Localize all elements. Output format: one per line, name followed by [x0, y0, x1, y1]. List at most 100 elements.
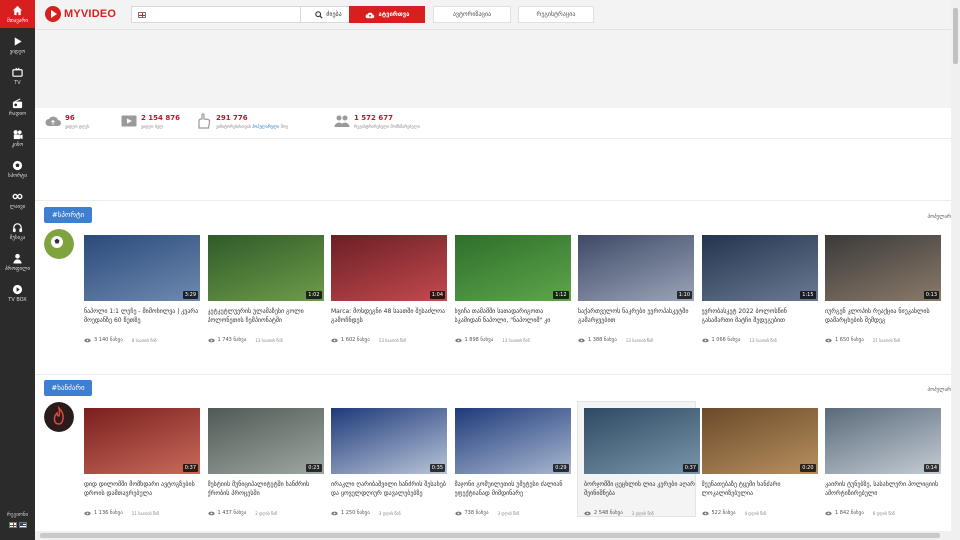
sidebar-item-profile[interactable]: პროფილი: [0, 248, 35, 276]
sport-channel-avatar[interactable]: [44, 229, 74, 259]
sidebar-item-video[interactable]: ვიდეო: [0, 31, 35, 59]
sidebar-item-cinema[interactable]: კინო: [0, 124, 35, 152]
sidebar-item-label: რადიო: [8, 110, 27, 117]
vertical-scrollbar-thumb[interactable]: [953, 8, 958, 64]
video-title[interactable]: მესტიის მუნიციპალიტეტში ხანძრის ქრობის პ…: [208, 480, 325, 500]
stat-label-highlight[interactable]: პოპულარული: [252, 124, 279, 129]
video-meta: 522 ნახვა 4 დღის წინ: [701, 510, 819, 516]
fire-channel-avatar[interactable]: [44, 402, 74, 432]
horizontal-scrollbar-thumb[interactable]: [40, 533, 940, 538]
video-title[interactable]: ევრობასკეტ 2022 ბოლოსწინ გასამართი მატჩი…: [702, 307, 819, 327]
video-age: 13 საათის წინ: [255, 337, 283, 343]
video-thumbnail[interactable]: 1:02: [207, 235, 324, 301]
video-card[interactable]: 1:02 კეტკეტლუერის ულამაზესი გოლი პოლონეთი…: [207, 235, 325, 343]
video-thumbnail[interactable]: 1:12: [454, 235, 571, 301]
video-card[interactable]: 0:13 იურგენ კლოპის რეაქცია ნიუკასლის დამა…: [825, 235, 942, 343]
sidebar-item-home[interactable]: მთავარი: [0, 0, 35, 28]
video-card[interactable]: 1:12 ხვიჩა თამამში სათადარიგოთა სკამიდან …: [454, 235, 572, 343]
video-card[interactable]: 1:15 ევრობასკეტ 2022 ბოლოსწინ გასამართი მ…: [701, 235, 819, 343]
search-input[interactable]: [146, 7, 300, 22]
vertical-scrollbar[interactable]: [951, 0, 960, 540]
sidebar-item-tvbox[interactable]: TV BOX: [0, 279, 35, 307]
video-thumbnail[interactable]: 0:37: [84, 408, 200, 474]
search-button[interactable]: ძიება: [300, 7, 356, 22]
video-age: 2 დღის წინ: [255, 510, 278, 516]
video-thumbnail[interactable]: 0:14: [825, 408, 941, 474]
auth-button[interactable]: ავტორიზაცია: [433, 6, 511, 23]
hand-icon: [198, 113, 211, 129]
video-title[interactable]: ბორჯომში ცეცხლის ლია კერები აღარ შეინიშნ…: [584, 480, 695, 500]
video-thumbnail[interactable]: 3:29: [84, 235, 200, 301]
eye-icon: [825, 338, 832, 342]
upload-button[interactable]: ატვირთვა: [349, 6, 425, 23]
video-views: 738 ნახვა: [464, 510, 489, 516]
video-age: 21 საათის წინ: [872, 337, 901, 343]
section-tag[interactable]: #ხანძარი: [44, 380, 92, 396]
video-meta: 1 743 ნახვა 13 საათის წინ: [207, 337, 325, 343]
video-card[interactable]: 0:29 მაჯონი გომუილეთის უმეტესი ძალიან ეფე…: [454, 408, 572, 516]
video-title[interactable]: ხვიჩა თამამში სათადარიგოთა სკამიდან ნაპო…: [455, 307, 572, 327]
logo-play-icon: [45, 6, 61, 22]
video-thumbnail[interactable]: 1:10: [578, 235, 694, 301]
video-age: 8 საათის წინ: [131, 337, 157, 343]
video-views: 3 140 ნახვა: [94, 337, 123, 343]
video-card[interactable]: 0:37 ბორჯომში ცეცხლის ლია კერები აღარ შეი…: [577, 401, 700, 517]
video-thumbnail[interactable]: 1:04: [331, 235, 447, 301]
video-card[interactable]: 3:29 ნაპოლი 1:1 ლეჩე - მიმოხილვა | კვარა …: [84, 235, 201, 343]
top-bar: MYVIDEO ძიება ატვირთვა ავტორიზაცია რეგის…: [35, 0, 951, 30]
video-card[interactable]: 1:10 საქართველოს ნაკრები ევროპასკეტში გამ…: [578, 235, 695, 343]
video-card[interactable]: 0:37 დიდ დილომში მომხდარი ავტოგზების დროი…: [84, 408, 201, 516]
video-meta: 1 842 ნახვა 6 დღის წინ: [825, 510, 942, 516]
video-thumbnail[interactable]: 0:13: [825, 235, 941, 301]
sidebar-item-tv[interactable]: TV: [0, 62, 35, 90]
video-views: 1 898 ნახვა: [464, 337, 494, 343]
video-title[interactable]: კეტკეტლუერის ულამაზესი გოლი პოლონეთის ჩე…: [208, 307, 325, 327]
video-duration: 0:35: [429, 464, 445, 472]
video-title[interactable]: დიდ დილომში მომხდარი ავტოგზების დროის და…: [84, 480, 201, 500]
section-tag[interactable]: #სპორტი: [44, 207, 92, 223]
video-title[interactable]: საქართველოს ნაკრები ევროპასკეტში გამარჯვ…: [578, 307, 695, 327]
video-title[interactable]: ირაკლი ღარიბაშვილი ხანძრის შესახებ და ყო…: [331, 480, 448, 500]
video-title[interactable]: კაირის ტუნებზე, სასახლერი პოლიციის ამორტ…: [825, 480, 942, 500]
video-card[interactable]: 0:35 ირაკლი ღარიბაშვილი ხანძრის შესახებ დ…: [331, 408, 448, 516]
video-card[interactable]: 0:20 შეუნათებაზე ტყემი ხანძარი ლოკალიზებუ…: [701, 408, 819, 516]
video-thumbnail[interactable]: 0:37: [584, 408, 700, 474]
eye-icon: [331, 511, 338, 515]
video-title[interactable]: მაჯონი გომუილეთის უმეტესი ძალიან ეფექტია…: [455, 480, 572, 500]
cloud-upload-icon: [45, 116, 61, 126]
video-age: 3 დღის წინ: [378, 510, 401, 516]
video-meta: 3 140 ნახვა 8 საათის წინ: [84, 337, 201, 343]
infinity-icon: [12, 193, 23, 199]
video-thumbnail[interactable]: 0:23: [207, 408, 324, 474]
video-thumbnail[interactable]: 0:29: [454, 408, 571, 474]
sidebar-item-label: კინო: [11, 141, 24, 148]
video-thumbnail[interactable]: 1:15: [701, 235, 818, 301]
sidebar-item-music[interactable]: მუსიკა: [0, 217, 35, 245]
video-meta: 1 250 ნახვა 3 დღის წინ: [331, 510, 448, 516]
video-thumbnail[interactable]: 0:20: [701, 408, 818, 474]
sidebar-item-radio[interactable]: რადიო: [0, 93, 35, 121]
section-more-link[interactable]: პოპულარ: [928, 214, 951, 220]
us-flag-icon[interactable]: [18, 522, 27, 528]
sidebar-item-sport[interactable]: სპორტი: [0, 155, 35, 183]
video-title[interactable]: იურგენ კლოპის რეაქცია ნიუკასლის დამარცხე…: [825, 307, 942, 327]
video-title[interactable]: შეუნათებაზე ტყემი ხანძარი ლოკალიზებულია: [702, 480, 819, 500]
stat-label: ვიზიტორებისთვის პოპულარული შოუ: [216, 124, 288, 129]
video-title[interactable]: Marca: მოსდეგნი 48 საათში შესაძლოა გამოჩ…: [331, 307, 448, 327]
video-thumbnail[interactable]: 0:35: [331, 408, 447, 474]
ad-banner: [35, 30, 951, 108]
register-button[interactable]: რეგისტრაცია: [518, 6, 594, 23]
video-card[interactable]: 0:23 მესტიის მუნიციპალიტეტში ხანძრის ქრობ…: [207, 408, 325, 516]
georgian-flag-icon[interactable]: [8, 522, 17, 528]
sidebar-item-label: TV BOX: [8, 296, 27, 303]
video-duration: 0:23: [306, 464, 322, 472]
video-card[interactable]: 0:14 კაირის ტუნებზე, სასახლერი პოლიციის ა…: [825, 408, 942, 516]
video-title[interactable]: ნაპოლი 1:1 ლეჩე - მიმოხილვა | კვარა მოედ…: [84, 307, 201, 327]
stat-label: ვიდეო სულ: [141, 124, 164, 129]
video-card[interactable]: 1:04 Marca: მოსდეგნი 48 საათში შესაძლოა გ…: [331, 235, 448, 343]
logo[interactable]: MYVIDEO: [45, 6, 116, 22]
section-more-link[interactable]: პოპულარ: [928, 387, 951, 393]
georgian-keyboard-icon[interactable]: [138, 11, 146, 18]
sidebar-item-live[interactable]: ლაივი: [0, 186, 35, 214]
video-age: 3 დღის წინ: [497, 510, 520, 516]
